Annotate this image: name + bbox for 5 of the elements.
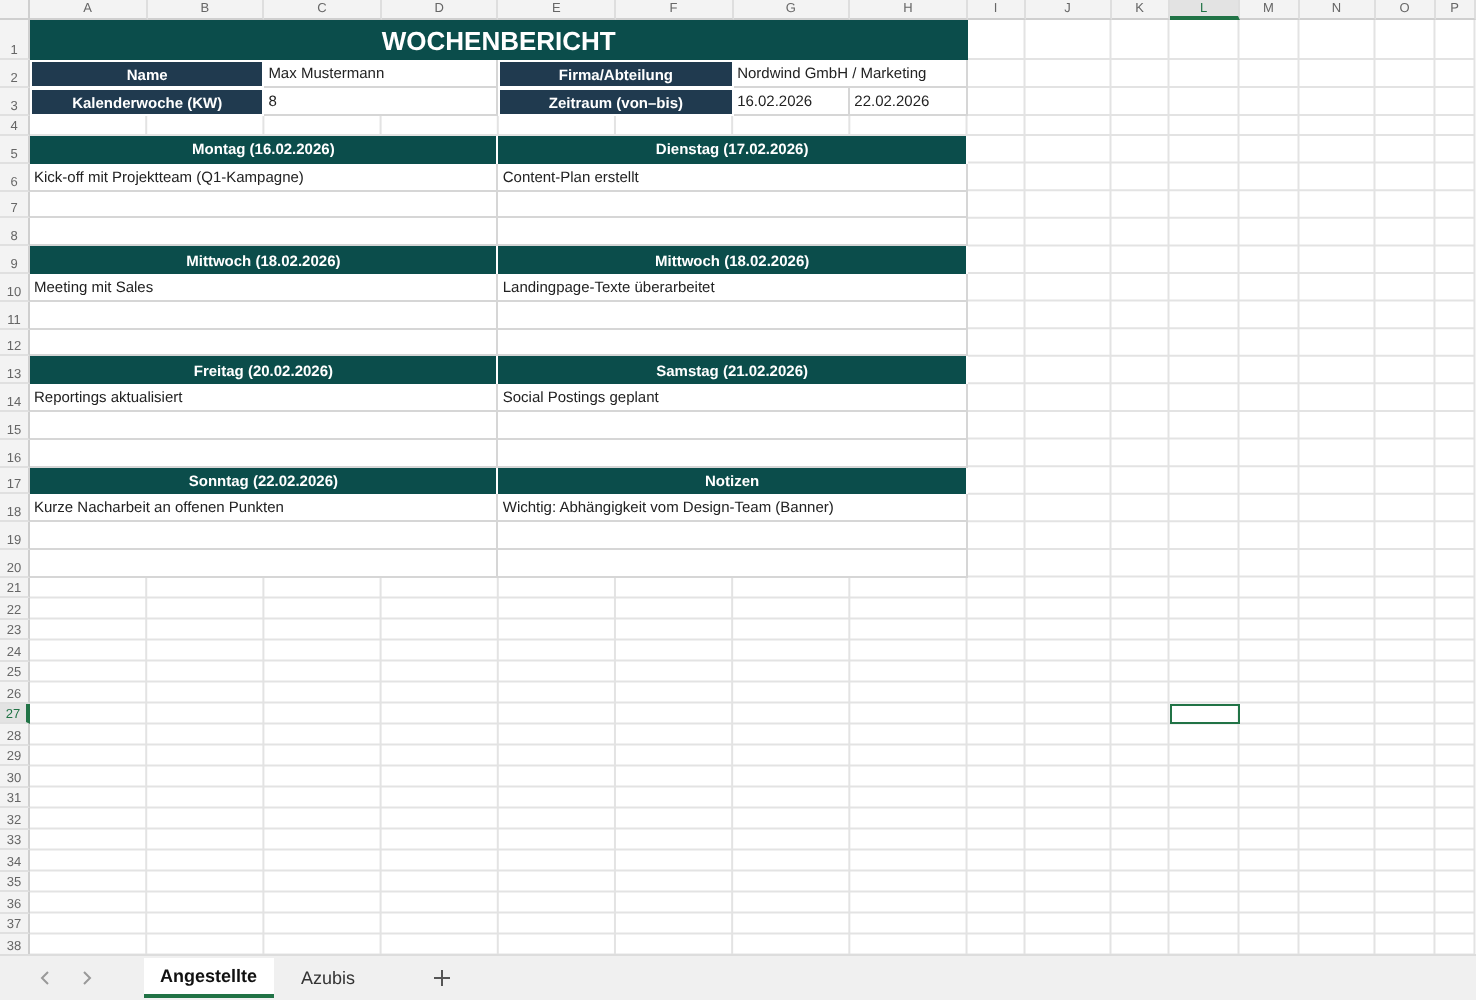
select-all-corner[interactable] <box>0 0 30 20</box>
report-title: WOCHENBERICHT <box>30 20 968 60</box>
cell-cursor <box>1169 703 1240 725</box>
sheet-tab[interactable]: Angestellte <box>144 958 274 999</box>
sheet-tab[interactable]: Azubis <box>285 958 372 999</box>
